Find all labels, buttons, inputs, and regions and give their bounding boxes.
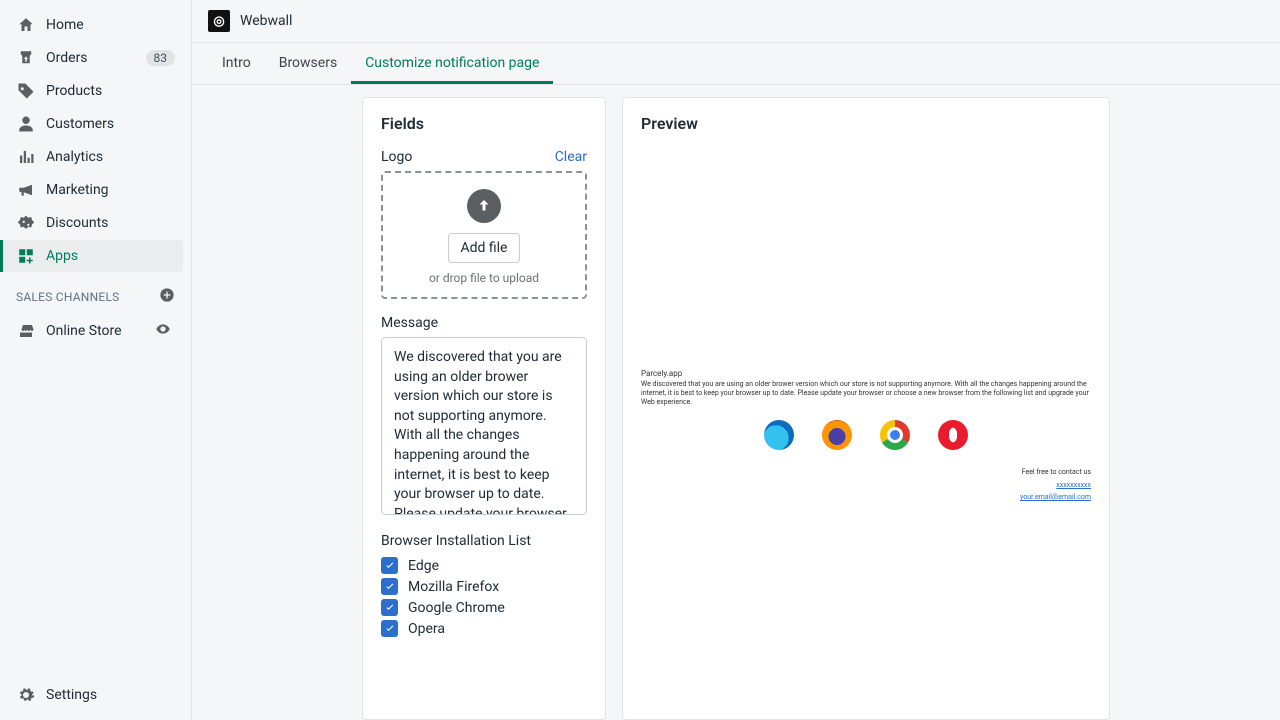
contact-email[interactable]: your.email@email.com <box>1020 493 1091 501</box>
edge-icon <box>764 420 794 450</box>
app-logo-icon: ◎ <box>208 10 230 32</box>
nav-marketing[interactable]: Marketing <box>8 174 183 206</box>
nav-label: Orders <box>46 50 146 66</box>
section-label: SALES CHANNELS <box>16 290 120 304</box>
nav-label: Customers <box>46 116 175 132</box>
checkbox-chrome-row: Google Chrome <box>381 599 587 616</box>
orders-badge: 83 <box>146 50 176 66</box>
nav-label: Online Store <box>46 323 155 339</box>
nav-home[interactable]: Home <box>8 9 183 41</box>
megaphone-icon <box>16 180 36 200</box>
checkbox-edge[interactable] <box>381 557 398 574</box>
fields-title: Fields <box>381 114 587 133</box>
nav-customers[interactable]: Customers <box>8 108 183 140</box>
tag-icon <box>16 81 36 101</box>
preview-footer: Feel free to contact us xxxxxxxxxx your.… <box>641 466 1091 504</box>
store-icon <box>16 321 36 341</box>
preview-card: Preview Parcely.app We discovered that y… <box>622 97 1110 720</box>
checkbox-label: Opera <box>408 621 445 637</box>
contact-phone[interactable]: xxxxxxxxxx <box>1056 481 1091 489</box>
app-header: ◎ Webwall <box>192 0 1280 43</box>
preview-message: We discovered that you are using an olde… <box>641 380 1091 406</box>
firefox-icon <box>822 420 852 450</box>
discount-icon <box>16 213 36 233</box>
browser-list-label: Browser Installation List <box>381 533 587 549</box>
eye-icon[interactable] <box>155 321 175 341</box>
fields-card: Fields Logo Clear Add file or drop file … <box>362 97 606 720</box>
chart-icon <box>16 147 36 167</box>
tabs: Intro Browsers Customize notification pa… <box>192 43 1280 85</box>
nav-label: Apps <box>46 248 175 264</box>
drop-hint: or drop file to upload <box>393 271 575 285</box>
person-icon <box>16 114 36 134</box>
app-name: Webwall <box>240 13 292 29</box>
clear-logo-link[interactable]: Clear <box>555 149 587 165</box>
opera-icon <box>938 420 968 450</box>
orders-icon <box>16 48 36 68</box>
apps-icon <box>16 246 36 266</box>
channel-online-store[interactable]: Online Store <box>8 315 183 347</box>
tab-intro[interactable]: Intro <box>208 43 265 84</box>
message-textarea[interactable] <box>381 337 587 515</box>
add-file-button[interactable]: Add file <box>448 233 521 263</box>
gear-icon <box>16 685 36 705</box>
logo-dropzone[interactable]: Add file or drop file to upload <box>381 171 587 299</box>
nav-orders[interactable]: Orders 83 <box>8 42 183 74</box>
checkbox-opera[interactable] <box>381 620 398 637</box>
checkbox-opera-row: Opera <box>381 620 587 637</box>
nav-label: Marketing <box>46 182 175 198</box>
nav-label: Settings <box>46 687 175 703</box>
checkbox-label: Google Chrome <box>408 600 505 616</box>
tab-customize[interactable]: Customize notification page <box>351 43 553 84</box>
tab-browsers[interactable]: Browsers <box>265 43 351 84</box>
checkbox-chrome[interactable] <box>381 599 398 616</box>
nav-label: Discounts <box>46 215 175 231</box>
nav-discounts[interactable]: Discounts <box>8 207 183 239</box>
checkbox-firefox[interactable] <box>381 578 398 595</box>
chrome-icon <box>880 420 910 450</box>
nav-products[interactable]: Products <box>8 75 183 107</box>
checkbox-edge-row: Edge <box>381 557 587 574</box>
nav-settings[interactable]: Settings <box>8 679 183 711</box>
nav-label: Products <box>46 83 175 99</box>
preview-title: Preview <box>641 114 1091 133</box>
sidebar: Home Orders 83 Products Customers Analyt… <box>0 0 192 720</box>
add-channel-icon[interactable] <box>159 287 175 306</box>
checkbox-label: Mozilla Firefox <box>408 579 499 595</box>
nav-apps[interactable]: Apps <box>0 240 183 272</box>
main: ◎ Webwall Intro Browsers Customize notif… <box>192 0 1280 720</box>
nav-label: Analytics <box>46 149 175 165</box>
upload-icon <box>467 189 501 223</box>
contact-label: Feel free to contact us <box>641 466 1091 479</box>
checkbox-label: Edge <box>408 558 439 574</box>
preview-browser-icons <box>641 420 1091 450</box>
home-icon <box>16 15 36 35</box>
nav-label: Home <box>46 17 175 33</box>
logo-label: Logo <box>381 149 412 165</box>
preview-heading: Parcely.app <box>641 369 1091 378</box>
message-label: Message <box>381 315 587 331</box>
nav-analytics[interactable]: Analytics <box>8 141 183 173</box>
sales-channels-header: SALES CHANNELS <box>0 273 191 314</box>
checkbox-firefox-row: Mozilla Firefox <box>381 578 587 595</box>
